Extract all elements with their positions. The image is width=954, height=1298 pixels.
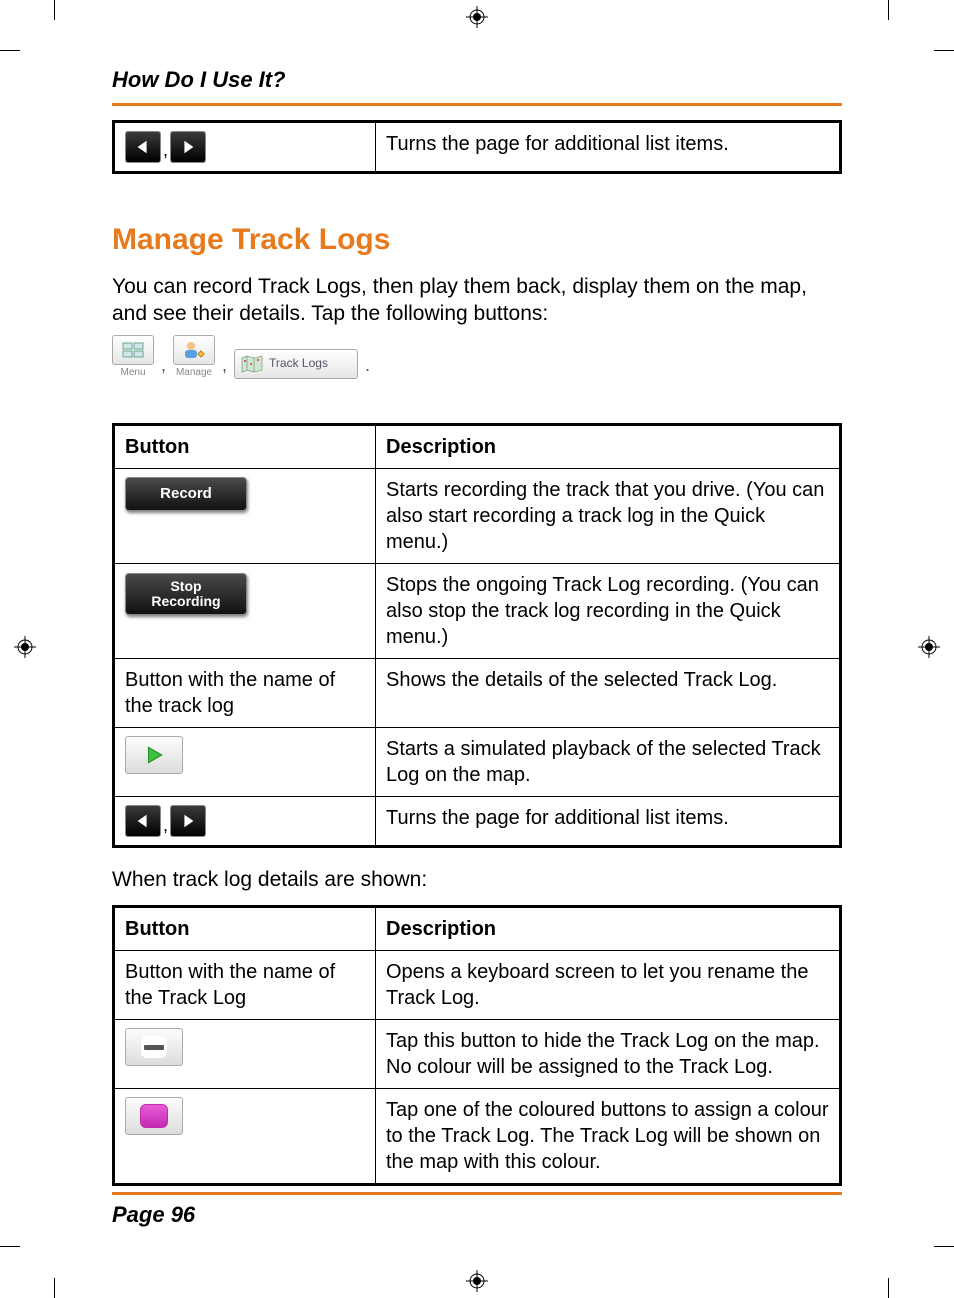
manage-icon: Manage — [173, 335, 215, 379]
footer: Page 96 — [112, 1192, 842, 1230]
crop-mark — [888, 0, 889, 20]
cell-button: , — [114, 797, 376, 847]
table-row: Tap this button to hide the Track Log on… — [114, 1020, 841, 1089]
cell-button — [114, 1020, 376, 1089]
registration-mark-icon — [466, 6, 488, 28]
page-arrows-icon: , — [125, 805, 206, 837]
table-header-row: Button Description — [114, 907, 841, 951]
arrow-right-icon — [170, 805, 206, 837]
registration-mark-icon — [14, 636, 36, 658]
crop-mark — [934, 1246, 954, 1247]
col-header-description: Description — [376, 425, 841, 469]
section-heading: Manage Track Logs — [112, 220, 842, 259]
cell-button: Stop Recording — [114, 564, 376, 659]
cell-description: Tap one of the coloured buttons to assig… — [376, 1089, 841, 1185]
col-header-description: Description — [376, 907, 841, 951]
arrow-left-icon — [125, 131, 161, 163]
cell-button: , — [114, 121, 376, 172]
cell-description: Turns the page for additional list items… — [376, 797, 841, 847]
track-log-details-table: Button Description Button with the name … — [112, 905, 842, 1186]
details-caption: When track log details are shown: — [112, 866, 842, 893]
cell-description: Shows the details of the selected Track … — [376, 659, 841, 728]
cell-button — [114, 728, 376, 797]
table-row: Button with the name of the track log Sh… — [114, 659, 841, 728]
arrow-left-icon — [125, 805, 161, 837]
record-button-icon: Record — [125, 477, 247, 511]
cell-button — [114, 1089, 376, 1185]
running-head: How Do I Use It? — [112, 66, 842, 101]
table-row: , Turns the page for additional list ite… — [114, 121, 841, 172]
table-row: Button with the name of the Track Log Op… — [114, 951, 841, 1020]
cell-description: Starts recording the track that you driv… — [376, 469, 841, 564]
footer-rule — [112, 1192, 842, 1195]
page-sheet: How Do I Use It? , Turns the page for ad… — [0, 0, 954, 1298]
page-arrows-icon: , — [125, 131, 206, 163]
cell-description: Opens a keyboard screen to let you renam… — [376, 951, 841, 1020]
colour-swatch-icon — [125, 1097, 183, 1135]
crop-mark — [888, 1278, 889, 1298]
cell-description: Turns the page for additional list items… — [376, 121, 841, 172]
crop-mark — [0, 50, 20, 51]
tracklogs-icon: Track Logs — [234, 349, 358, 379]
cell-description: Stops the ongoing Track Log recording. (… — [376, 564, 841, 659]
crop-mark — [54, 0, 55, 20]
track-log-buttons-table: Button Description Record Starts recordi… — [112, 423, 842, 848]
page-number: Page 96 — [112, 1201, 842, 1230]
registration-mark-icon — [918, 636, 940, 658]
nav-icon-row: Menu , Manage , Track Logs . — [112, 335, 842, 379]
table-row: Tap one of the coloured buttons to assig… — [114, 1089, 841, 1185]
manage-icon-label: Manage — [176, 366, 212, 379]
table-row: , Turns the page for additional list ite… — [114, 797, 841, 847]
play-button-icon — [125, 736, 183, 774]
cell-button: Record — [114, 469, 376, 564]
cell-description: Tap this button to hide the Track Log on… — [376, 1020, 841, 1089]
content-area: How Do I Use It? , Turns the page for ad… — [112, 66, 842, 1186]
menu-icon: Menu — [112, 335, 154, 379]
table-row: Record Starts recording the track that y… — [114, 469, 841, 564]
crop-mark — [54, 1278, 55, 1298]
cell-description: Starts a simulated playback of the selec… — [376, 728, 841, 797]
table-row: Stop Recording Stops the ongoing Track L… — [114, 564, 841, 659]
crop-mark — [0, 1246, 20, 1247]
table-row: Starts a simulated playback of the selec… — [114, 728, 841, 797]
cell-button: Button with the name of the Track Log — [114, 951, 376, 1020]
arrow-right-icon — [170, 131, 206, 163]
crop-mark — [934, 50, 954, 51]
col-header-button: Button — [114, 425, 376, 469]
table-header-row: Button Description — [114, 425, 841, 469]
section-intro: You can record Track Logs, then play the… — [112, 273, 842, 328]
registration-mark-icon — [466, 1270, 488, 1292]
top-arrow-table: , Turns the page for additional list ite… — [112, 120, 842, 174]
header-rule — [112, 103, 842, 106]
stop-recording-button-icon: Stop Recording — [125, 573, 247, 615]
cell-button: Button with the name of the track log — [114, 659, 376, 728]
tracklogs-icon-label: Track Logs — [269, 356, 328, 372]
col-header-button: Button — [114, 907, 376, 951]
menu-icon-label: Menu — [120, 366, 145, 379]
hide-tracklog-icon — [125, 1028, 183, 1066]
